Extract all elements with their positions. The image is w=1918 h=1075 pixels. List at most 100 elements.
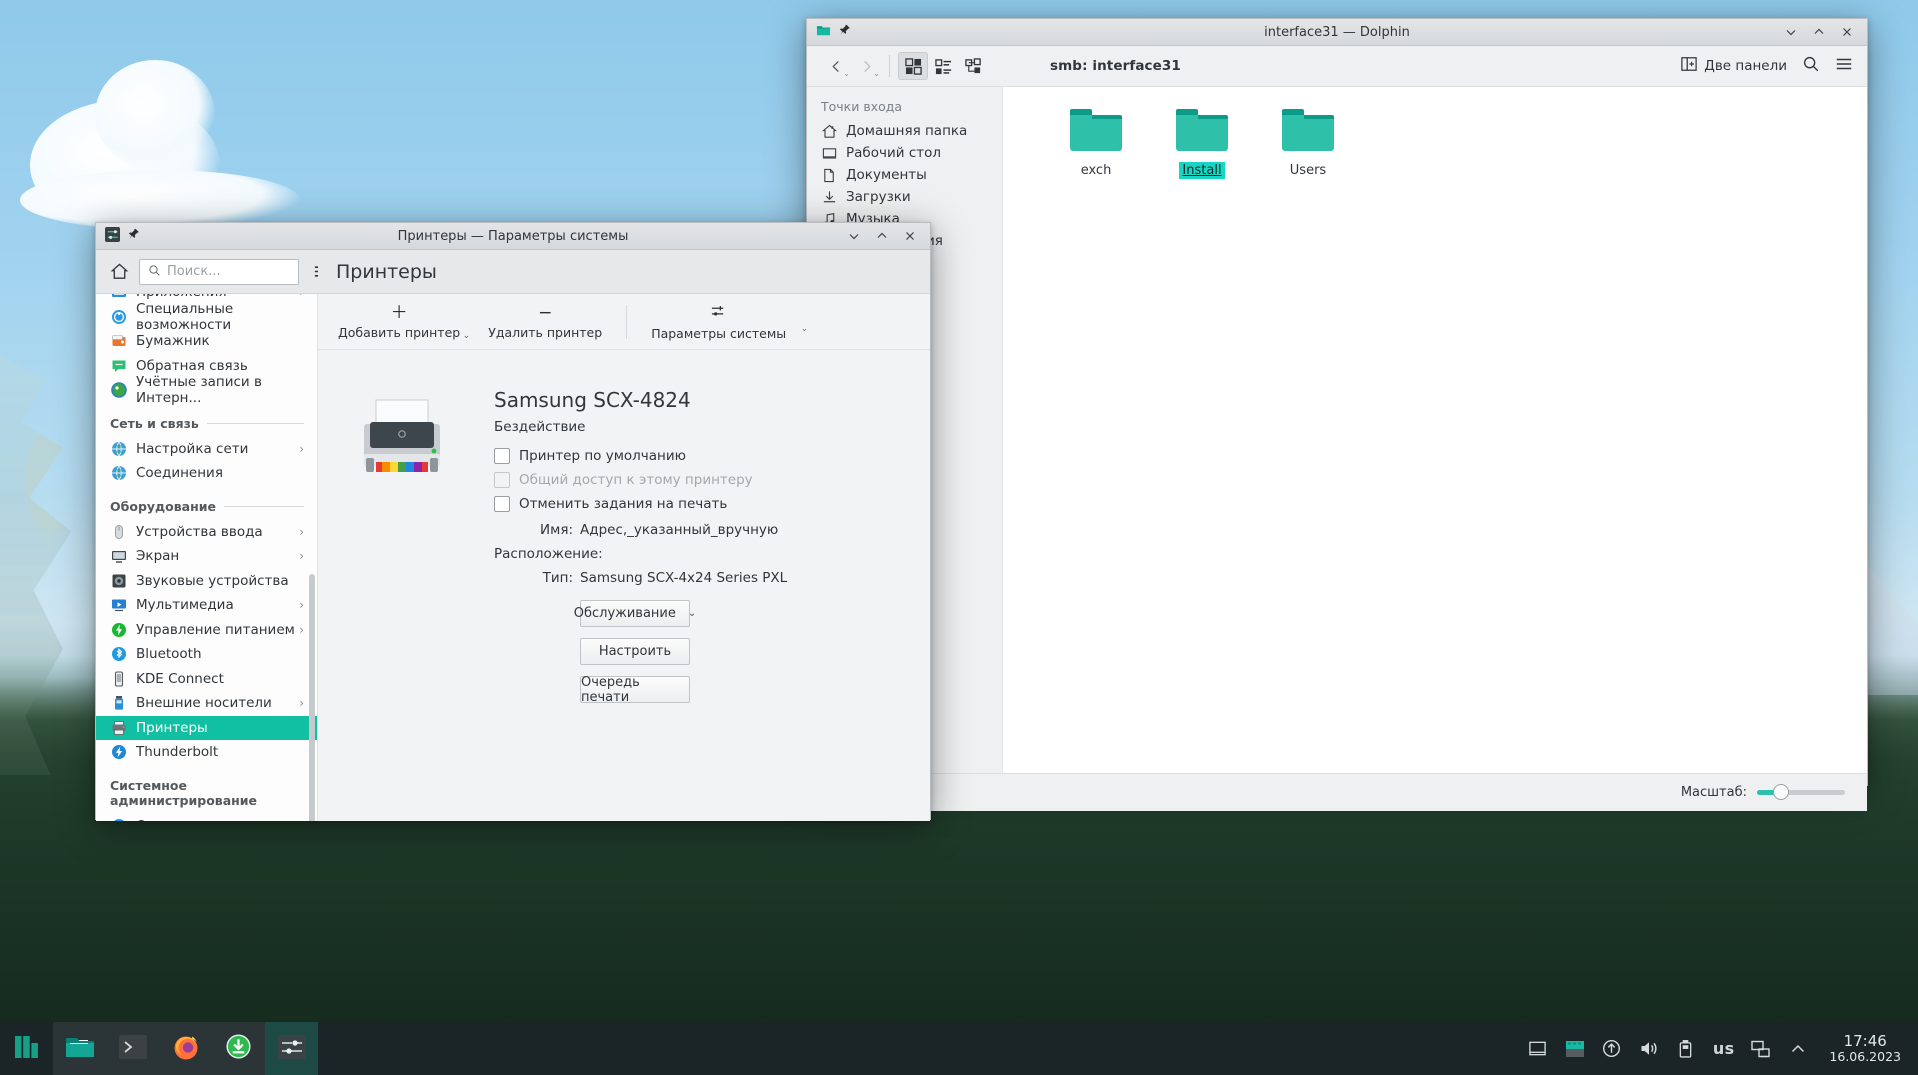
settings-sidebar[interactable]: Приложения › Специальные возможности Бум…	[96, 294, 318, 821]
tree-view-button[interactable]	[958, 52, 988, 80]
back-button[interactable]: ⌄	[821, 52, 851, 80]
sidebar-scrollbar[interactable]	[309, 574, 315, 821]
file-view[interactable]: exch Install Users	[1003, 87, 1867, 773]
network-icon[interactable]	[1751, 1039, 1771, 1059]
minimize-button[interactable]	[847, 229, 861, 243]
file-item[interactable]: Users	[1255, 109, 1361, 179]
system-tray[interactable]: us 17:46 16.06.2023	[1528, 1033, 1918, 1065]
search-icon[interactable]	[1802, 55, 1820, 77]
dolphin-titlebar[interactable]: interface31 — Dolphin	[807, 19, 1867, 46]
update-icon[interactable]	[1602, 1039, 1622, 1059]
maximize-button[interactable]	[1812, 25, 1826, 39]
sidebar-item-input-devices[interactable]: Устройства ввода ›	[96, 520, 318, 545]
details-view-button[interactable]	[928, 52, 958, 80]
sidebar-item-removable-media[interactable]: Внешние носители ›	[96, 691, 318, 716]
place-item-downloads[interactable]: Загрузки	[807, 186, 1002, 208]
volume-icon[interactable]	[1639, 1039, 1659, 1059]
maximize-button[interactable]	[875, 229, 889, 243]
file-label[interactable]: exch	[1078, 162, 1115, 179]
settings-titlebar[interactable]: Принтеры — Параметры системы	[96, 223, 930, 250]
dolphin-task[interactable]	[53, 1022, 106, 1075]
chevron-down-icon[interactable]: ⌄	[463, 331, 471, 341]
sidebar-item-printers[interactable]: Принтеры	[96, 716, 318, 741]
zoom-slider[interactable]	[1757, 790, 1845, 795]
place-item-home[interactable]: Домашняя папка	[807, 120, 1002, 142]
sidebar-item-accessibility[interactable]: Специальные возможности	[96, 305, 318, 330]
back-dropdown-caret[interactable]: ⌄	[843, 69, 850, 78]
close-button[interactable]	[1840, 25, 1854, 39]
dolphin-toolbar[interactable]: ⌄ ⌄ smb: interface31	[807, 46, 1867, 87]
dolphin-window[interactable]: interface31 — Dolphin ⌄ ⌄	[806, 18, 1868, 786]
add-printer-button[interactable]: ＋ Добавить принтер ⌄	[324, 301, 474, 343]
clipboard-icon[interactable]	[1565, 1039, 1585, 1059]
share-printer-label: Общий доступ к этому принтеру	[519, 472, 753, 488]
search-box[interactable]	[139, 259, 299, 285]
icons-view-button[interactable]	[898, 52, 928, 80]
checkbox	[494, 472, 510, 488]
keyboard-layout-indicator[interactable]: us	[1713, 1039, 1735, 1058]
configure-label: Настроить	[599, 644, 671, 659]
clock-date: 16.06.2023	[1829, 1050, 1901, 1064]
show-hidden-tray-icon[interactable]	[1788, 1039, 1808, 1059]
minimize-button[interactable]	[1784, 25, 1798, 39]
chevron-right-icon: ›	[299, 696, 304, 710]
sidebar-item-bluetooth[interactable]: Bluetooth	[96, 642, 318, 667]
system-settings-task[interactable]	[265, 1022, 318, 1075]
place-item-documents[interactable]: Документы	[807, 164, 1002, 186]
removable-device-icon[interactable]	[1676, 1039, 1696, 1059]
clock[interactable]: 17:46 16.06.2023	[1825, 1033, 1901, 1065]
forward-dropdown-caret[interactable]: ⌄	[873, 69, 880, 78]
default-printer-checkbox-row[interactable]: Принтер по умолчанию	[494, 444, 787, 468]
minimize-all-icon[interactable]	[1528, 1039, 1548, 1059]
checkbox[interactable]	[494, 496, 510, 512]
file-item[interactable]: exch	[1043, 109, 1149, 179]
home-button[interactable]	[110, 259, 129, 285]
printers-toolbar[interactable]: ＋ Добавить принтер ⌄ − Удалить принтер П…	[318, 294, 930, 350]
menu-icon[interactable]	[1835, 55, 1853, 77]
cancel-jobs-checkbox-row[interactable]: Отменить задания на печать	[494, 492, 787, 516]
sidebar-item-network-settings[interactable]: Настройка сети ›	[96, 437, 318, 462]
taskbar[interactable]: us 17:46 16.06.2023	[0, 1022, 1918, 1075]
sidebar-item-wallet[interactable]: Бумажник	[96, 329, 318, 354]
sidebar-item-thunderbolt[interactable]: Thunderbolt	[96, 740, 318, 765]
remove-printer-button[interactable]: − Удалить принтер	[474, 301, 616, 343]
sidebar-item-connections[interactable]: Соединения	[96, 461, 318, 486]
settings-search-toolbar[interactable]	[96, 250, 318, 294]
file-item[interactable]: Install	[1149, 109, 1255, 179]
firefox-task[interactable]	[159, 1022, 212, 1075]
sidebar-item-multimedia[interactable]: Мультимедиа ›	[96, 593, 318, 618]
file-label[interactable]: Users	[1287, 162, 1329, 179]
pin-icon[interactable]	[128, 228, 140, 244]
chevron-down-icon[interactable]: ⌄	[801, 324, 809, 334]
sidebar-item-about[interactable]: О системе	[96, 814, 318, 822]
printer-name: Samsung SCX-4824	[494, 388, 787, 412]
search-icon	[148, 262, 161, 281]
zoom-slider-handle[interactable]	[1773, 784, 1789, 800]
split-view-button[interactable]: Две панели	[1681, 56, 1787, 76]
sidebar-item-kde-connect[interactable]: KDE Connect	[96, 667, 318, 692]
forward-button[interactable]: ⌄	[851, 52, 881, 80]
sidebar-item-online-accounts[interactable]: Учётные записи в Интерн...	[96, 378, 318, 403]
search-input[interactable]	[167, 264, 290, 279]
application-launcher-button[interactable]	[0, 1022, 53, 1075]
print-queue-button[interactable]: Очередь печати	[580, 676, 690, 703]
configure-button[interactable]: Настроить	[580, 638, 690, 665]
system-parameters-button[interactable]: Параметры системы ⌄	[637, 300, 800, 344]
sidebar-item-power-management[interactable]: Управление питанием ›	[96, 618, 318, 643]
sidebar-item-audio[interactable]: Звуковые устройства	[96, 569, 318, 594]
close-button[interactable]	[903, 229, 917, 243]
checkbox[interactable]	[494, 448, 510, 464]
system-settings-window[interactable]: Принтеры — Параметры системы Принтеры	[95, 222, 931, 820]
pin-icon[interactable]	[839, 24, 851, 40]
place-item-desktop[interactable]: Рабочий стол	[807, 142, 1002, 164]
place-label: Загрузки	[846, 189, 911, 205]
zoom-control[interactable]: Масштаб:	[1681, 785, 1845, 800]
printer-info: Samsung SCX-4824 Бездействие Принтер по …	[486, 388, 787, 714]
removable-media-icon	[110, 695, 127, 712]
terminal-task[interactable]	[106, 1022, 159, 1075]
updater-task[interactable]	[212, 1022, 265, 1075]
file-label-selected[interactable]: Install	[1179, 162, 1224, 179]
maintenance-dropdown[interactable]: Обслуживание ⌄	[580, 600, 690, 627]
sidebar-item-display[interactable]: Экран ›	[96, 544, 318, 569]
location-bar[interactable]: smb: interface31	[1050, 58, 1181, 74]
